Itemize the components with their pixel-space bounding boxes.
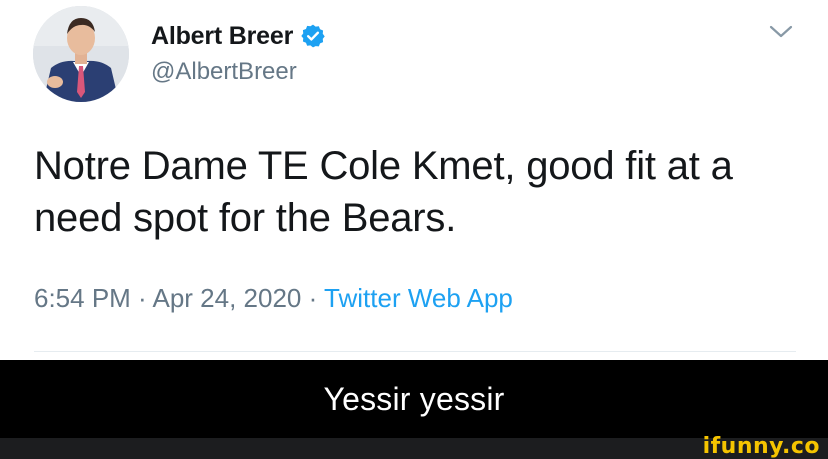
user-handle[interactable]: @AlbertBreer: [151, 58, 297, 86]
avatar-photo: [33, 6, 129, 102]
meme-page: Albert Breer @AlbertBreer Notre Dame TE …: [0, 0, 828, 459]
display-name-row: Albert Breer: [151, 20, 326, 52]
divider: [34, 351, 796, 352]
meta-separator: ·: [130, 283, 153, 313]
caption-bar: Yessir yessir: [0, 360, 828, 438]
tweet-time[interactable]: 6:54 PM: [34, 283, 131, 313]
meme-caption: Yessir yessir: [323, 380, 505, 417]
display-name[interactable]: Albert Breer: [151, 22, 293, 51]
tweet-source-link[interactable]: Twitter Web App: [324, 283, 513, 313]
meta-separator: ·: [301, 283, 325, 313]
chevron-down-icon[interactable]: [768, 22, 794, 42]
ifunny-watermark: ifunny.co: [702, 434, 820, 459]
avatar[interactable]: [33, 6, 129, 102]
verified-badge-icon: [300, 23, 326, 49]
tweet-text: Notre Dame TE Cole Kmet, good fit at a n…: [34, 144, 733, 240]
tweet-card: Albert Breer @AlbertBreer Notre Dame TE …: [0, 0, 828, 360]
tweet-metadata: 6:54 PM · Apr 24, 2020 · Twitter Web App: [34, 283, 513, 314]
tweet-date[interactable]: Apr 24, 2020: [153, 283, 302, 313]
